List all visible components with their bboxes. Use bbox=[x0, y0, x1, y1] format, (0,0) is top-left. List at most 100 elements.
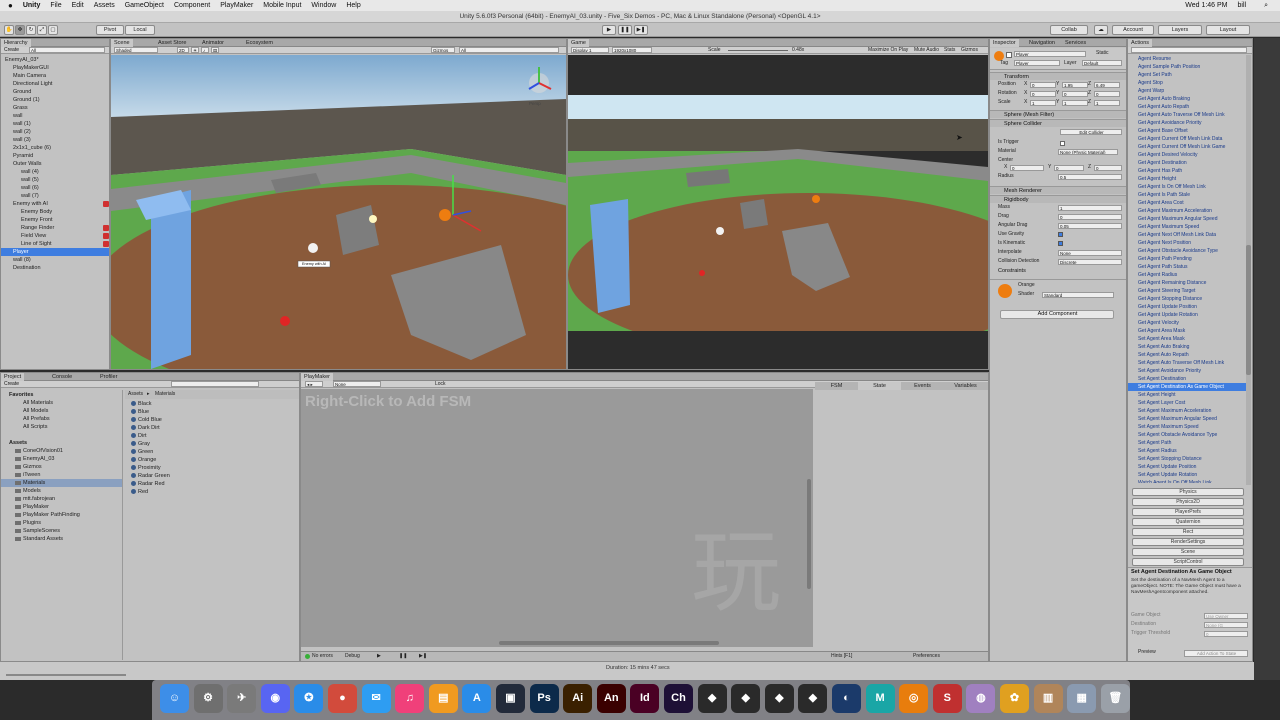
tab-profiler[interactable]: Profiler bbox=[97, 373, 120, 381]
action-item[interactable]: Set Agent Update Position bbox=[1128, 463, 1246, 471]
project-create-dropdown[interactable]: Create bbox=[4, 381, 19, 388]
material-item[interactable]: Dark Dirt bbox=[131, 424, 297, 432]
action-item[interactable]: Get Agent Remaining Distance bbox=[1128, 279, 1246, 287]
material-item[interactable]: Gray bbox=[131, 440, 297, 448]
radius-field[interactable]: 0.5 bbox=[1058, 174, 1122, 180]
action-item[interactable]: Agent Sample Path Position bbox=[1128, 63, 1246, 71]
action-item[interactable]: Get Agent Next Position bbox=[1128, 239, 1246, 247]
actions-scroll-thumb[interactable] bbox=[1246, 245, 1251, 375]
pm-pause-icon[interactable]: ❚❚ bbox=[399, 653, 407, 660]
notes-icon[interactable]: ▥ bbox=[1033, 684, 1063, 713]
discord-icon[interactable]: ◉ bbox=[260, 684, 290, 713]
action-item[interactable]: Get Agent Area Cost bbox=[1128, 199, 1246, 207]
display-dropdown[interactable]: Display 1 bbox=[571, 47, 609, 53]
is-trigger-checkbox[interactable] bbox=[1060, 141, 1065, 146]
tab-services[interactable]: Services bbox=[1062, 39, 1089, 47]
transform-rotation-z-field[interactable]: 0 bbox=[1094, 91, 1120, 97]
action-item[interactable]: Set Agent Destination bbox=[1128, 375, 1246, 383]
menu-gameobject[interactable]: GameObject bbox=[125, 2, 164, 9]
fsm-select-dropdown[interactable]: None bbox=[333, 381, 381, 387]
indesign-icon[interactable]: Id bbox=[630, 684, 660, 713]
static-toggle[interactable]: Static bbox=[1096, 50, 1109, 57]
account-dropdown[interactable]: Account bbox=[1112, 25, 1154, 35]
action-item[interactable]: Get Agent Maximum Angular Speed bbox=[1128, 215, 1246, 223]
action-item[interactable]: Set Agent Auto Traverse Off Mesh Link bbox=[1128, 359, 1246, 367]
action-item[interactable]: Get Agent Destination bbox=[1128, 159, 1246, 167]
favorite-item[interactable]: All Models bbox=[1, 407, 122, 415]
rigidbody-drag-field[interactable]: 0 bbox=[1058, 214, 1122, 220]
action-item[interactable]: Watch Agent Is On Off Mesh Link bbox=[1128, 479, 1246, 483]
shading-dropdown[interactable]: Shaded bbox=[114, 47, 158, 53]
transform-position-y-field[interactable]: 1.95 bbox=[1062, 82, 1088, 88]
action-item[interactable]: Set Agent Destination As Game Object bbox=[1128, 383, 1246, 391]
menu-unity[interactable]: Unity bbox=[23, 2, 41, 9]
hierarchy-item[interactable]: Directional Light bbox=[1, 80, 109, 88]
rotate-tool-icon[interactable]: ↻ bbox=[26, 25, 36, 35]
mesh-renderer-header[interactable]: Mesh Renderer bbox=[990, 186, 1126, 194]
action-item[interactable]: Get Agent Maximum Speed bbox=[1128, 223, 1246, 231]
scene-search-input[interactable]: All bbox=[459, 47, 559, 53]
action-item[interactable]: Set Agent Auto Repath bbox=[1128, 351, 1246, 359]
action-item[interactable]: Set Agent Area Mask bbox=[1128, 335, 1246, 343]
hierarchy-item[interactable]: Player bbox=[1, 248, 109, 256]
persp-label[interactable]: Persp bbox=[529, 101, 541, 106]
category-rendersettings[interactable]: RenderSettings bbox=[1132, 538, 1244, 546]
favorites-header[interactable]: Favorites bbox=[1, 391, 122, 399]
asset-folder[interactable]: PlayMaker PathFinding bbox=[1, 511, 122, 519]
category-rect[interactable]: Rect bbox=[1132, 528, 1244, 536]
action-item[interactable]: Set Agent Auto Braking bbox=[1128, 343, 1246, 351]
debug-dropdown[interactable]: Debug bbox=[345, 653, 360, 660]
create-dropdown[interactable]: Create bbox=[4, 47, 19, 54]
asset-folder[interactable]: SampleScenes bbox=[1, 527, 122, 535]
hierarchy-item[interactable]: Pyramid bbox=[1, 152, 109, 160]
hierarchy-item[interactable]: wall (6) bbox=[1, 184, 109, 192]
hierarchy-item[interactable]: Ground (1) bbox=[1, 96, 109, 104]
material-item[interactable]: Dirt bbox=[131, 432, 297, 440]
pivot-toggle[interactable]: Pivot bbox=[96, 25, 124, 35]
menu-mobile-input[interactable]: Mobile Input bbox=[263, 2, 301, 9]
scene-gizmos-dropdown[interactable]: Gizmos bbox=[431, 47, 455, 53]
transform-header[interactable]: Transform bbox=[990, 72, 1126, 80]
tab-game[interactable]: Game bbox=[568, 39, 589, 47]
action-item[interactable]: Get Agent Auto Traverse Off Mesh Link bbox=[1128, 111, 1246, 119]
add-action-to-state-button[interactable]: Add Action To State bbox=[1184, 650, 1248, 657]
tab-hierarchy[interactable]: Hierarchy bbox=[1, 39, 31, 47]
asset-folder[interactable]: Gizmos bbox=[1, 463, 122, 471]
action-item[interactable]: Get Agent Radius bbox=[1128, 271, 1246, 279]
action-item[interactable]: Get Agent Avoidance Priority bbox=[1128, 119, 1246, 127]
fsm-hscroll-thumb[interactable] bbox=[499, 641, 719, 645]
lighting-icon[interactable]: ☀ bbox=[191, 47, 199, 53]
rigidbody-is-kinematic-checkbox[interactable] bbox=[1058, 241, 1063, 246]
action-item[interactable]: Set Agent Maximum Acceleration bbox=[1128, 407, 1246, 415]
constraints-foldout[interactable]: Constraints bbox=[990, 267, 1126, 275]
hierarchy-item[interactable]: Enemy Body bbox=[1, 208, 109, 216]
rigidbody-mass-field[interactable]: 1 bbox=[1058, 205, 1122, 211]
action-item[interactable]: Set Agent Height bbox=[1128, 391, 1246, 399]
hierarchy-item[interactable]: Line of Sight bbox=[1, 240, 109, 248]
hierarchy-item[interactable]: Destination bbox=[1, 264, 109, 272]
hierarchy-item[interactable]: wall (1) bbox=[1, 120, 109, 128]
action-item[interactable]: Set Agent Maximum Speed bbox=[1128, 423, 1246, 431]
character-animator-icon[interactable]: Ch bbox=[664, 684, 693, 713]
unity-icon-1[interactable]: ◆ bbox=[697, 684, 727, 713]
paint-icon[interactable]: ◍ bbox=[966, 684, 996, 713]
blender-like-icon[interactable]: ◐ bbox=[832, 684, 861, 713]
transform-scale-y-field[interactable]: 1 bbox=[1062, 100, 1088, 106]
action-item[interactable]: Get Agent Is Path Stale bbox=[1128, 191, 1246, 199]
action-item[interactable]: Set Agent Radius bbox=[1128, 447, 1246, 455]
stats-toggle[interactable]: Stats bbox=[944, 47, 955, 54]
light-gizmo-icon[interactable] bbox=[369, 215, 377, 223]
rigidbody-collision-detection-field[interactable]: Discrete bbox=[1058, 259, 1122, 265]
asset-folder[interactable]: ConeOfVision01 bbox=[1, 447, 122, 455]
transform-position-z-field[interactable]: 6.49 bbox=[1094, 82, 1120, 88]
transform-scale-x-field[interactable]: 1 bbox=[1030, 100, 1056, 106]
hierarchy-item[interactable]: wall (8) bbox=[1, 256, 109, 264]
photoshop-icon[interactable]: Ps bbox=[529, 684, 559, 713]
category-scriptcontrol[interactable]: ScriptControl bbox=[1132, 558, 1244, 566]
menu-assets[interactable]: Assets bbox=[94, 2, 115, 9]
actions-scrollbar[interactable] bbox=[1246, 55, 1251, 485]
maximize-on-play-toggle[interactable]: Maximize On Play bbox=[868, 47, 908, 54]
app-store-icon[interactable]: A bbox=[462, 684, 492, 713]
tab-navigation[interactable]: Navigation bbox=[1026, 39, 1058, 47]
monodevelop-icon[interactable]: ▣ bbox=[496, 684, 525, 713]
